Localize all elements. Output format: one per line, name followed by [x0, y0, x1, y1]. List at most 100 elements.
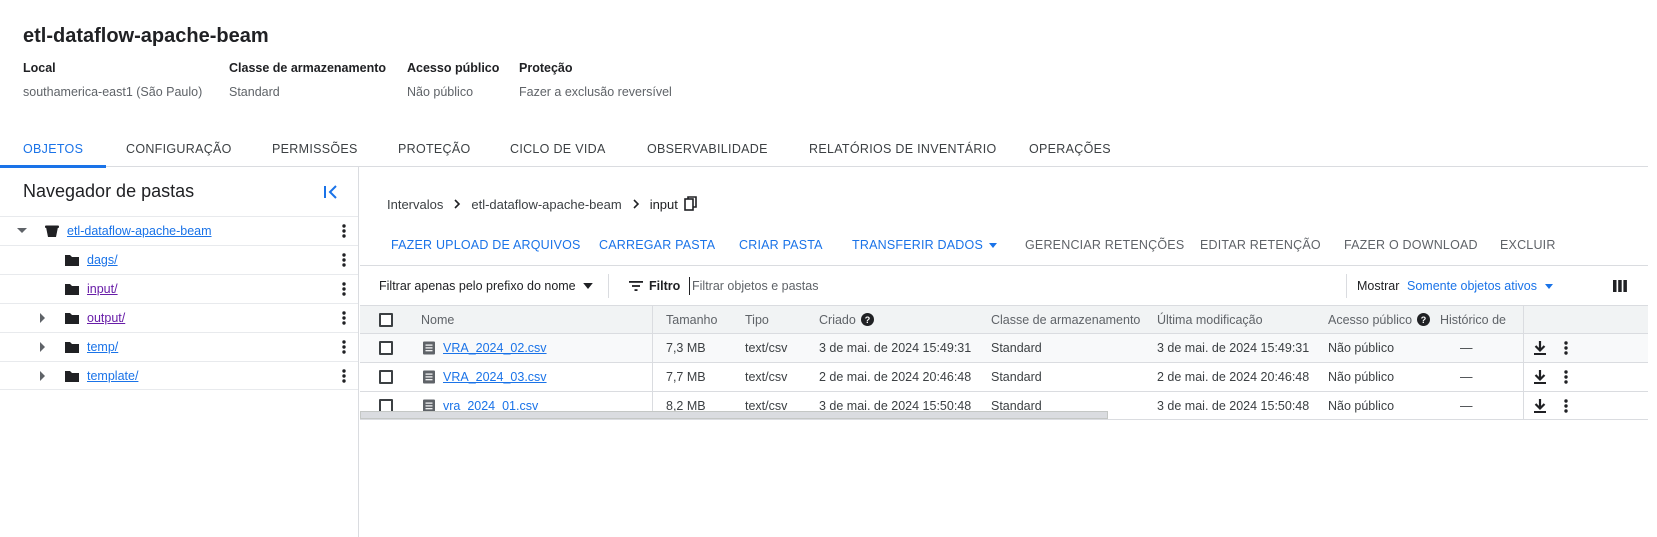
- table-row[interactable]: VRA_2024_02.csv 7,3 MB text/csv 3 de mai…: [360, 333, 1648, 362]
- file-history: —: [1460, 341, 1473, 355]
- create-folder-button[interactable]: CRIAR PASTA: [739, 229, 823, 261]
- tree-item-temp[interactable]: temp/: [0, 332, 358, 361]
- column-display-icon[interactable]: [1613, 279, 1627, 293]
- more-vert-icon[interactable]: [338, 222, 350, 240]
- row-checkbox[interactable]: [379, 370, 393, 384]
- expand-chevron-icon[interactable]: [35, 368, 51, 384]
- more-vert-icon[interactable]: [338, 251, 350, 269]
- objects-panel: Intervalos etl-dataflow-apache-beam inpu…: [360, 167, 1648, 537]
- file-history: —: [1460, 398, 1473, 413]
- horizontal-scrollbar[interactable]: [360, 411, 1108, 419]
- tree-item-bucket[interactable]: etl-dataflow-apache-beam: [0, 216, 358, 245]
- upload-folder-button[interactable]: CARREGAR PASTA: [599, 229, 715, 261]
- help-icon[interactable]: ?: [860, 313, 874, 326]
- tree-item-input[interactable]: input/: [0, 274, 358, 303]
- tab-protecao[interactable]: PROTEÇÃO: [398, 131, 471, 167]
- transfer-data-button[interactable]: TRANSFERIR DADOS: [852, 229, 997, 261]
- show-objects-value: Somente objetos ativos: [1407, 279, 1537, 293]
- breadcrumb-intervalos[interactable]: Intervalos: [387, 197, 443, 212]
- prefix-filter-label: Filtrar apenas pelo prefixo do nome: [379, 279, 576, 293]
- file-size: 7,7 MB: [666, 370, 706, 384]
- svg-text:?: ?: [1421, 315, 1427, 325]
- meta-value: Não público: [407, 85, 474, 99]
- more-vert-icon[interactable]: [338, 280, 350, 298]
- col-public-access[interactable]: Acesso público ?: [1328, 306, 1431, 333]
- col-size[interactable]: Tamanho: [666, 306, 717, 333]
- manage-holds-button[interactable]: GERENCIAR RETENÇÕES: [1025, 229, 1184, 261]
- tree-item-output[interactable]: output/: [0, 303, 358, 332]
- tab-configuracao[interactable]: CONFIGURAÇÃO: [126, 131, 232, 167]
- dropdown-arrow-icon: [989, 242, 997, 248]
- folder-tree: etl-dataflow-apache-beam dags/ input/ ou…: [0, 216, 358, 390]
- file-last-modified: 2 de mai. de 2024 20:46:48: [1157, 370, 1310, 384]
- tab-operacoes[interactable]: OPERAÇÕES: [1029, 131, 1111, 167]
- collapse-panel-icon[interactable]: [320, 181, 342, 203]
- chevron-right-icon: [633, 199, 639, 209]
- col-history[interactable]: Histórico de: [1440, 306, 1506, 333]
- download-icon[interactable]: [1532, 398, 1548, 414]
- tree-item-dags[interactable]: dags/: [0, 245, 358, 274]
- row-checkbox[interactable]: [379, 341, 393, 355]
- tab-observabilidade[interactable]: OBSERVABILIDADE: [647, 131, 768, 167]
- more-vert-icon[interactable]: [338, 367, 350, 385]
- tab-permissoes[interactable]: PERMISSÕES: [272, 131, 358, 167]
- copy-path-icon[interactable]: [684, 196, 698, 212]
- edit-retention-button[interactable]: EDITAR RETENÇÃO: [1200, 229, 1321, 261]
- select-all-checkbox[interactable]: [379, 312, 393, 327]
- tree-item-template[interactable]: template/: [0, 361, 358, 390]
- download-icon[interactable]: [1532, 369, 1548, 385]
- breadcrumb: Intervalos etl-dataflow-apache-beam inpu…: [387, 196, 698, 212]
- file-type: text/csv: [745, 341, 788, 355]
- meta-value: southamerica-east1 (São Paulo): [23, 85, 203, 99]
- prefix-filter-dropdown[interactable]: Filtrar apenas pelo prefixo do nome: [379, 266, 593, 306]
- more-vert-icon[interactable]: [338, 309, 350, 327]
- download-icon[interactable]: [1532, 340, 1548, 356]
- folder-browser-title: Navegador de pastas: [23, 181, 195, 201]
- tab-relatorios-inventario[interactable]: RELATÓRIOS DE INVENTÁRIO: [809, 131, 997, 167]
- folder-icon: [65, 284, 79, 295]
- more-vert-icon[interactable]: [1560, 340, 1572, 356]
- col-storage-class[interactable]: Classe de armazenamento: [991, 306, 1140, 333]
- show-objects-dropdown[interactable]: Somente objetos ativos: [1407, 266, 1553, 306]
- show-label: Mostrar: [1357, 279, 1400, 293]
- tree-item-label[interactable]: input/: [87, 282, 118, 296]
- tree-item-label[interactable]: template/: [87, 369, 138, 383]
- collapse-chevron-icon[interactable]: [14, 223, 30, 239]
- column-divider: [1523, 334, 1524, 362]
- tree-item-label[interactable]: dags/: [87, 253, 118, 267]
- meta-storage-class: Classe de armazenamento Standard: [229, 61, 386, 99]
- col-last-modified[interactable]: Última modificação: [1157, 306, 1263, 333]
- file-icon: [423, 341, 435, 355]
- meta-label: Classe de armazenamento: [229, 61, 387, 75]
- more-vert-icon[interactable]: [1560, 398, 1572, 414]
- expand-chevron-icon[interactable]: [35, 310, 51, 326]
- bucket-header: etl-dataflow-apache-beam Local southamer…: [0, 0, 1657, 120]
- meta-protection: Proteção Fazer a exclusão reversível: [519, 61, 672, 99]
- more-vert-icon[interactable]: [1560, 369, 1572, 385]
- column-divider: [1523, 306, 1524, 333]
- tab-ciclo-de-vida[interactable]: CICLO DE VIDA: [510, 131, 606, 167]
- filter-objects-input[interactable]: [689, 277, 1289, 295]
- more-vert-icon[interactable]: [338, 338, 350, 356]
- file-name-cell: VRA_2024_03.csv: [422, 363, 547, 391]
- filter-bar: Filtrar apenas pelo prefixo do nome Filt…: [360, 265, 1648, 305]
- file-name-link[interactable]: VRA_2024_02.csv: [443, 341, 547, 355]
- file-name-link[interactable]: VRA_2024_03.csv: [443, 370, 547, 384]
- divider: [1346, 274, 1347, 298]
- file-size: 7,3 MB: [666, 341, 706, 355]
- tab-objetos[interactable]: OBJETOS: [0, 131, 107, 168]
- tree-item-label[interactable]: output/: [87, 311, 125, 325]
- col-name[interactable]: Nome: [421, 306, 454, 333]
- breadcrumb-bucket[interactable]: etl-dataflow-apache-beam: [471, 197, 621, 212]
- upload-files-button[interactable]: FAZER UPLOAD DE ARQUIVOS: [391, 229, 581, 261]
- col-type[interactable]: Tipo: [745, 306, 769, 333]
- tree-item-label[interactable]: etl-dataflow-apache-beam: [67, 224, 212, 238]
- col-created[interactable]: Criado ?: [819, 306, 874, 333]
- table-row[interactable]: VRA_2024_03.csv 7,7 MB text/csv 2 de mai…: [360, 362, 1648, 391]
- folder-browser: Navegador de pastas etl-dataflow-apache-…: [0, 167, 359, 537]
- tree-item-label[interactable]: temp/: [87, 340, 118, 354]
- download-button[interactable]: FAZER O DOWNLOAD: [1344, 229, 1478, 261]
- help-icon[interactable]: ?: [1417, 313, 1431, 326]
- delete-button[interactable]: EXCLUIR: [1500, 229, 1556, 261]
- expand-chevron-icon[interactable]: [35, 339, 51, 355]
